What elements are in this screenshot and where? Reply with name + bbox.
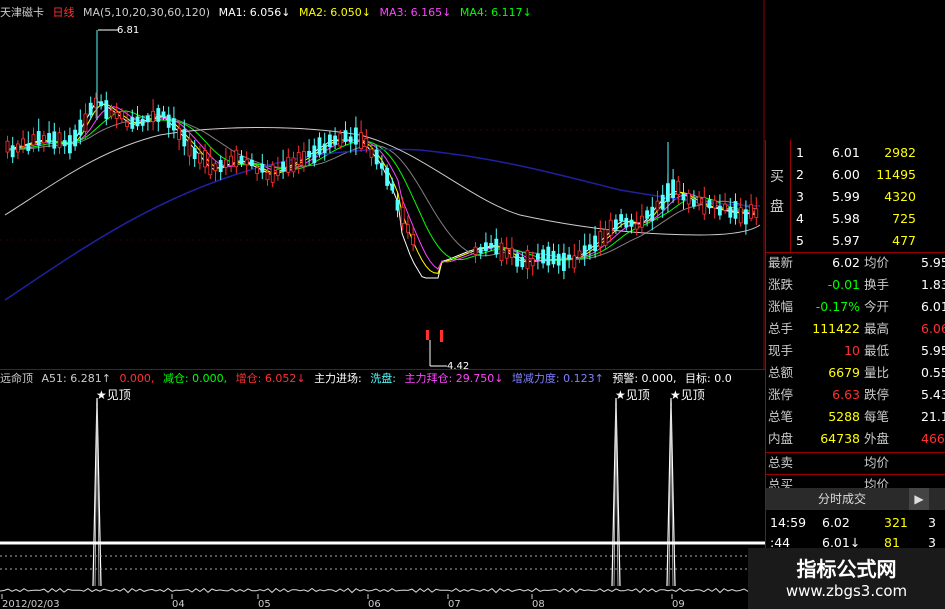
ma3-value: MA3: 6.165↓ <box>379 6 452 19</box>
ma-params: MA(5,10,20,30,60,120) <box>83 6 211 19</box>
xaxis-label: 06 <box>368 599 381 609</box>
quote-row: 总手 111422 最高 6.06 <box>768 321 945 336</box>
zhuli-jinchang-label: 主力进场: <box>314 372 362 385</box>
orderbook-level: 2 6.00 11495 <box>796 167 916 182</box>
quote-row: 最新 6.02 均价 5.95 <box>768 255 945 270</box>
quote-row: 总额 6679 量比 0.55 <box>768 365 945 380</box>
ma2-value: MA2: 6.050↓ <box>299 6 371 19</box>
indicator-name[interactable]: 远命顶 <box>0 372 33 385</box>
orderbook-level: 1 6.01 2982 <box>796 145 916 160</box>
total-sell-row: 总卖 均价 <box>768 455 890 470</box>
quote-row: 内盘64738外盘46684 <box>768 431 945 446</box>
quote-row: 涨跌-0.01换手1.83% <box>768 277 945 292</box>
period-label[interactable]: 日线 <box>53 6 75 19</box>
xaxis-label: 09 <box>672 599 685 609</box>
xaxis-label: 04 <box>172 599 185 609</box>
ticks-next-arrow[interactable]: ▶ <box>909 488 929 510</box>
quote-row: 现手 10 最低 5.95 <box>768 343 945 358</box>
ma-legend: 天津磁卡 日线 MA(5,10,20,30,60,120) MA1: 6.056… <box>0 4 540 22</box>
zhuli-paicang-value: 主力拜仓: 29.750↓ <box>404 372 504 385</box>
jiancang-value: 减仓: 0.000, <box>162 372 228 385</box>
watermark: 指标公式网 www.zbgs3.com <box>748 548 945 609</box>
zero-value: 0.000, <box>119 372 155 385</box>
quote-row: 涨幅 -0.17% 今开 6.01 <box>768 299 945 314</box>
xaxis-label: 07 <box>448 599 461 609</box>
kline-chart[interactable]: 6.81 4.42 <box>0 0 765 370</box>
orderbook-level: 3 5.99 4320 <box>796 189 916 204</box>
xaxis-label: 08 <box>532 599 545 609</box>
xaxis-label: 05 <box>258 599 271 609</box>
zengjian-lidu-value: 增减力度: 0.123↑ <box>511 372 604 385</box>
high-price-marker: 6.81 <box>117 25 139 36</box>
xipan-label: 洗盘: <box>370 372 396 385</box>
indicator-legend: 远命顶 A51: 6.281↑ 0.000, 减仓: 0.000, 增仓: 6.… <box>0 370 765 388</box>
ticks-tab[interactable]: 分时成交 ▶ <box>766 488 945 510</box>
quote-row: 涨停 6.63 跌停 5.43 <box>768 387 945 402</box>
ma4-value: MA4: 6.117↓ <box>459 6 532 19</box>
signal-label-2: ★见顶 <box>615 388 650 402</box>
signal-label-3: ★见顶 <box>670 388 705 402</box>
signal-label-1: ★见顶 <box>96 388 131 402</box>
indicator-chart[interactable]: ★见顶 ★见顶 ★见顶 2012/02/03 04 05 06 07 08 09 <box>0 388 765 609</box>
mubiao-value: 目标: 0.0 <box>685 372 732 385</box>
tick-row: 14:59 6.02 321 3 <box>770 515 936 530</box>
quote-row: 总笔 5288 每笔 21.1 <box>768 409 945 424</box>
orderbook-level: 4 5.98 725 <box>796 211 916 226</box>
zengcang-value: 增仓: 6.052↓ <box>235 372 306 385</box>
stock-name: 天津磁卡 <box>0 6 44 19</box>
a51-value: A51: 6.281↑ <box>41 372 111 385</box>
orderbook-level: 5 5.97 477 <box>796 233 916 248</box>
quote-panel: 买 盘 1 6.01 2982 2 6.00 11495 3 5.99 4320 4 5.98 725… <box>765 140 945 609</box>
xaxis-label: 2012/02/03 <box>2 599 60 609</box>
ma1-value: MA1: 6.056↓ <box>218 6 291 19</box>
yujing-value: 预警: 0.000, <box>612 372 677 385</box>
